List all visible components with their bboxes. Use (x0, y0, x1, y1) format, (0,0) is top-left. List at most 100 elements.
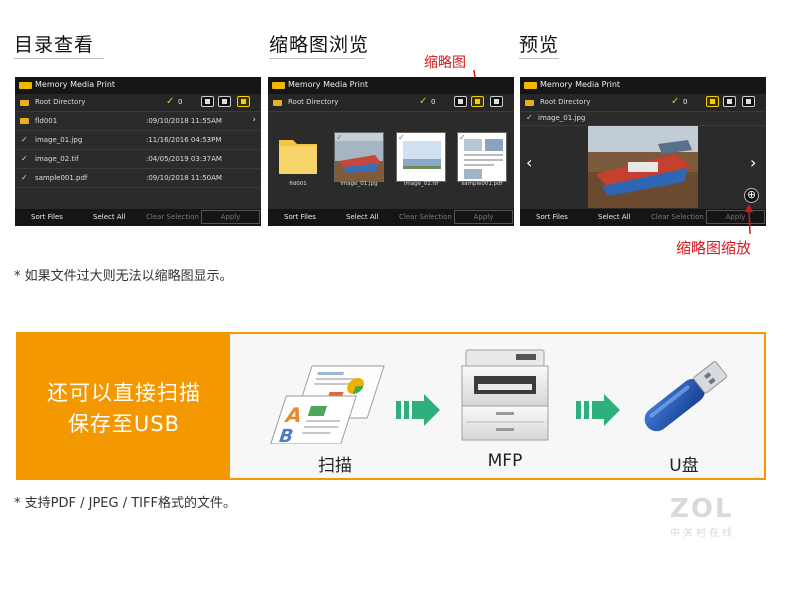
select-all-button[interactable]: Select All (346, 213, 379, 221)
section-underline (14, 58, 104, 59)
check-icon: ✓ (671, 96, 680, 107)
memory-card-icon (19, 82, 32, 89)
memory-card-icon (524, 82, 537, 89)
usb-drive-icon (644, 361, 728, 432)
thumbnail-caption: sample001.pdf (461, 181, 503, 187)
file-name: sample001.pdf (35, 174, 88, 182)
directory-label: Root Directory (540, 98, 591, 106)
directory-label: Root Directory (35, 98, 86, 106)
app-title: Memory Media Print (540, 80, 621, 89)
list-view-panel: Memory Media Print Root Directory ✓ 0 fl… (15, 77, 261, 226)
file-date: :11/16/2016 04:53PM (146, 136, 222, 144)
section-underline (269, 58, 365, 59)
file-date: :09/10/2018 11:55AM (146, 117, 222, 125)
preview-view-button[interactable] (706, 96, 719, 107)
check-icon: ✓ (398, 133, 405, 142)
preview-image (588, 126, 698, 208)
list-view-button[interactable] (742, 96, 755, 107)
chevron-right-icon[interactable]: › (750, 153, 756, 172)
arrow-right-icon (396, 394, 440, 426)
check-icon: ✓ (419, 96, 428, 107)
folder-icon (273, 100, 282, 106)
scan-to-usb-banner: 还可以直接扫描 保存至USB A B 扫描 MFP U盘 (16, 332, 766, 480)
sort-files-button[interactable]: Sort Files (536, 213, 568, 221)
file-row[interactable]: fld001 :09/10/2018 11:55AM › (15, 112, 261, 131)
section-title-preview: 预览 (519, 34, 560, 56)
callout-zoom-label: 缩略图缩放 (676, 239, 752, 257)
preview-view-button[interactable] (454, 96, 467, 107)
directory-bar: Root Directory ✓ 0 (268, 94, 514, 112)
file-name: image_02.tif (35, 155, 79, 163)
banner-flow: A B 扫描 MFP U盘 (230, 334, 764, 478)
directory-bar: Root Directory ✓ 0 (520, 94, 766, 112)
file-date: :09/10/2018 11:50AM (146, 174, 222, 182)
app-title: Memory Media Print (288, 80, 369, 89)
file-row[interactable]: ✓ sample001.pdf :09/10/2018 11:50AM (15, 169, 261, 188)
section-underline (519, 58, 559, 59)
preview-file-name: image_01.jpg (538, 114, 586, 122)
app-title: Memory Media Print (35, 80, 116, 89)
apply-button[interactable]: Apply (454, 210, 513, 224)
check-icon: ✓ (21, 154, 28, 163)
check-icon: ✓ (21, 135, 28, 144)
thumbnail-view-panel: Memory Media Print Root Directory ✓ 0 fl… (268, 77, 514, 226)
preview-panel: Memory Media Print Root Directory ✓ 0 ✓ … (520, 77, 766, 226)
clear-selection-button[interactable]: Clear Selection (146, 213, 199, 221)
directory-bar: Root Directory ✓ 0 (15, 94, 261, 112)
folder-icon (20, 118, 29, 124)
file-date: :04/05/2019 03:37AM (146, 155, 222, 163)
note-supported-formats: * 支持PDF / JPEG / TIFF格式的文件。 (14, 496, 236, 511)
banner-line-1: 还可以直接扫描 (47, 381, 201, 405)
panel-bottom-bar: Sort Files Select All Clear Selection Ap… (15, 209, 261, 226)
file-row[interactable]: ✓ image_01.jpg :11/16/2016 04:53PM (15, 131, 261, 150)
check-icon: ✓ (459, 133, 466, 142)
sort-files-button[interactable]: Sort Files (31, 213, 63, 221)
list-view-button[interactable] (490, 96, 503, 107)
sort-files-button[interactable]: Sort Files (284, 213, 316, 221)
check-icon: ✓ (526, 113, 533, 122)
folder-icon[interactable] (277, 132, 319, 178)
preview-file-row: ✓ image_01.jpg (520, 112, 766, 126)
selected-count: 0 (431, 98, 436, 106)
check-icon: ✓ (166, 96, 175, 107)
step-usb-label: U盘 (669, 456, 699, 476)
banner-headline: 还可以直接扫描 保存至USB (18, 334, 230, 478)
memory-card-icon (272, 82, 285, 89)
boat-photo (588, 126, 698, 208)
thumbnail-caption: image_01.jpg (340, 181, 378, 187)
chevron-left-icon[interactable]: ‹ (526, 153, 532, 172)
list-view-button[interactable] (237, 96, 250, 107)
step-mfp-label: MFP (487, 451, 523, 471)
callout-arrow (745, 204, 753, 235)
section-title-list: 目录查看 (14, 34, 95, 56)
panel-title-bar: Memory Media Print (268, 77, 514, 94)
panel-title-bar: Memory Media Print (520, 77, 766, 94)
thumbnail-image[interactable]: ✓ (457, 132, 507, 182)
file-name: image_01.jpg (35, 136, 83, 144)
thumbnail-view-button[interactable] (218, 96, 231, 107)
banner-line-2: 保存至USB (67, 412, 181, 436)
chevron-right-icon: › (252, 115, 256, 125)
documents-icon: A B (270, 365, 385, 444)
selected-count: 0 (683, 98, 688, 106)
thumbnail-image[interactable]: ✓ (334, 132, 384, 182)
clear-selection-button[interactable]: Clear Selection (399, 213, 452, 221)
thumbnail-view-button[interactable] (471, 96, 484, 107)
folder-icon (20, 100, 29, 106)
file-row[interactable]: ✓ image_02.tif :04/05/2019 03:37AM (15, 150, 261, 169)
apply-button[interactable]: Apply (201, 210, 260, 224)
directory-label: Root Directory (288, 98, 339, 106)
select-all-button[interactable]: Select All (93, 213, 126, 221)
select-all-button[interactable]: Select All (598, 213, 631, 221)
thumbnail-image[interactable]: ✓ (396, 132, 446, 182)
note-thumbnail-limit: * 如果文件过大则无法以缩略图显示。 (14, 269, 233, 284)
preview-view-button[interactable] (201, 96, 214, 107)
arrow-right-icon (576, 394, 620, 426)
section-title-thumbnail: 缩略图浏览 (269, 34, 370, 56)
thumbnail-view-button[interactable] (723, 96, 736, 107)
check-icon: ✓ (336, 133, 343, 142)
panel-bottom-bar: Sort Files Select All Clear Selection Ap… (268, 209, 514, 226)
clear-selection-button[interactable]: Clear Selection (651, 213, 704, 221)
watermark-logo: ZOL (670, 494, 734, 524)
mfp-printer-icon (461, 349, 549, 441)
